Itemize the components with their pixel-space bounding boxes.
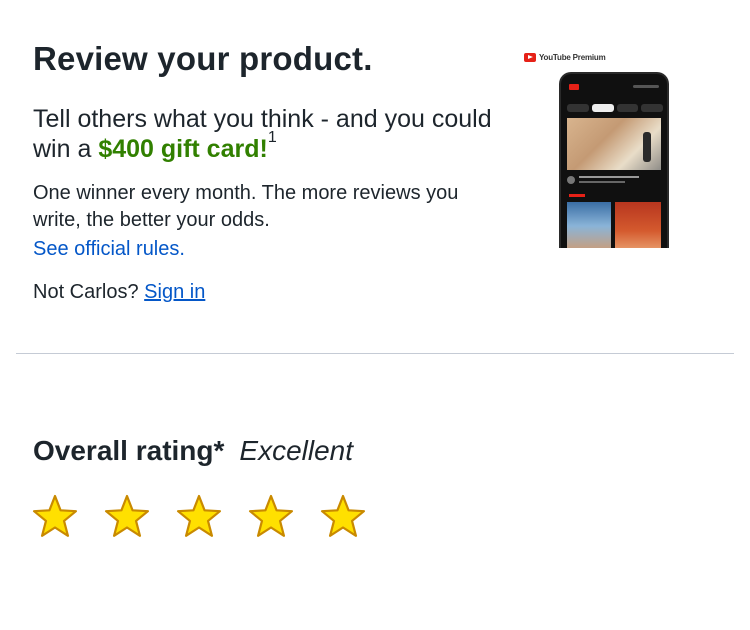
shorts-thumbnail-1 [567, 202, 611, 248]
video-meta [567, 174, 661, 190]
footnote-marker: 1 [267, 129, 277, 146]
page-title: Review your product. [33, 40, 373, 77]
overall-rating-label: Overall rating* [33, 435, 225, 466]
product-image: YouTube Premium [520, 50, 680, 250]
phone-app-bar [567, 83, 661, 91]
rating-value-text: Excellent [239, 435, 354, 466]
star-4-icon[interactable] [247, 493, 295, 541]
promo-text: Tell others what you think - and you cou… [33, 104, 493, 164]
app-logo-icon [569, 84, 579, 90]
star-2-icon[interactable] [103, 493, 151, 541]
youtube-play-icon [524, 53, 536, 62]
app-bar-icons [633, 85, 659, 88]
brand-name: YouTube Premium [539, 53, 606, 62]
star-3-icon[interactable] [175, 493, 223, 541]
category-chips [567, 104, 663, 112]
phone-mockup [559, 72, 669, 248]
video-thumbnail [567, 118, 661, 170]
not-user-text: Not Carlos? [33, 281, 139, 303]
overall-rating-header: Overall rating* Excellent [33, 435, 353, 467]
shorts-thumbnail-2 [615, 202, 661, 248]
star-rating[interactable] [31, 493, 367, 541]
gift-card-amount: $400 gift card! [98, 135, 268, 163]
star-1-icon[interactable] [31, 493, 79, 541]
official-rules-link[interactable]: See official rules. [33, 236, 185, 263]
sign-in-line: Not Carlos? Sign in [33, 279, 205, 306]
shorts-label [569, 194, 585, 197]
youtube-premium-logo: YouTube Premium [524, 53, 606, 62]
section-divider [16, 353, 734, 354]
promo-details: One winner every month. The more reviews… [33, 182, 459, 231]
sign-in-link[interactable]: Sign in [144, 281, 205, 303]
star-5-icon[interactable] [319, 493, 367, 541]
